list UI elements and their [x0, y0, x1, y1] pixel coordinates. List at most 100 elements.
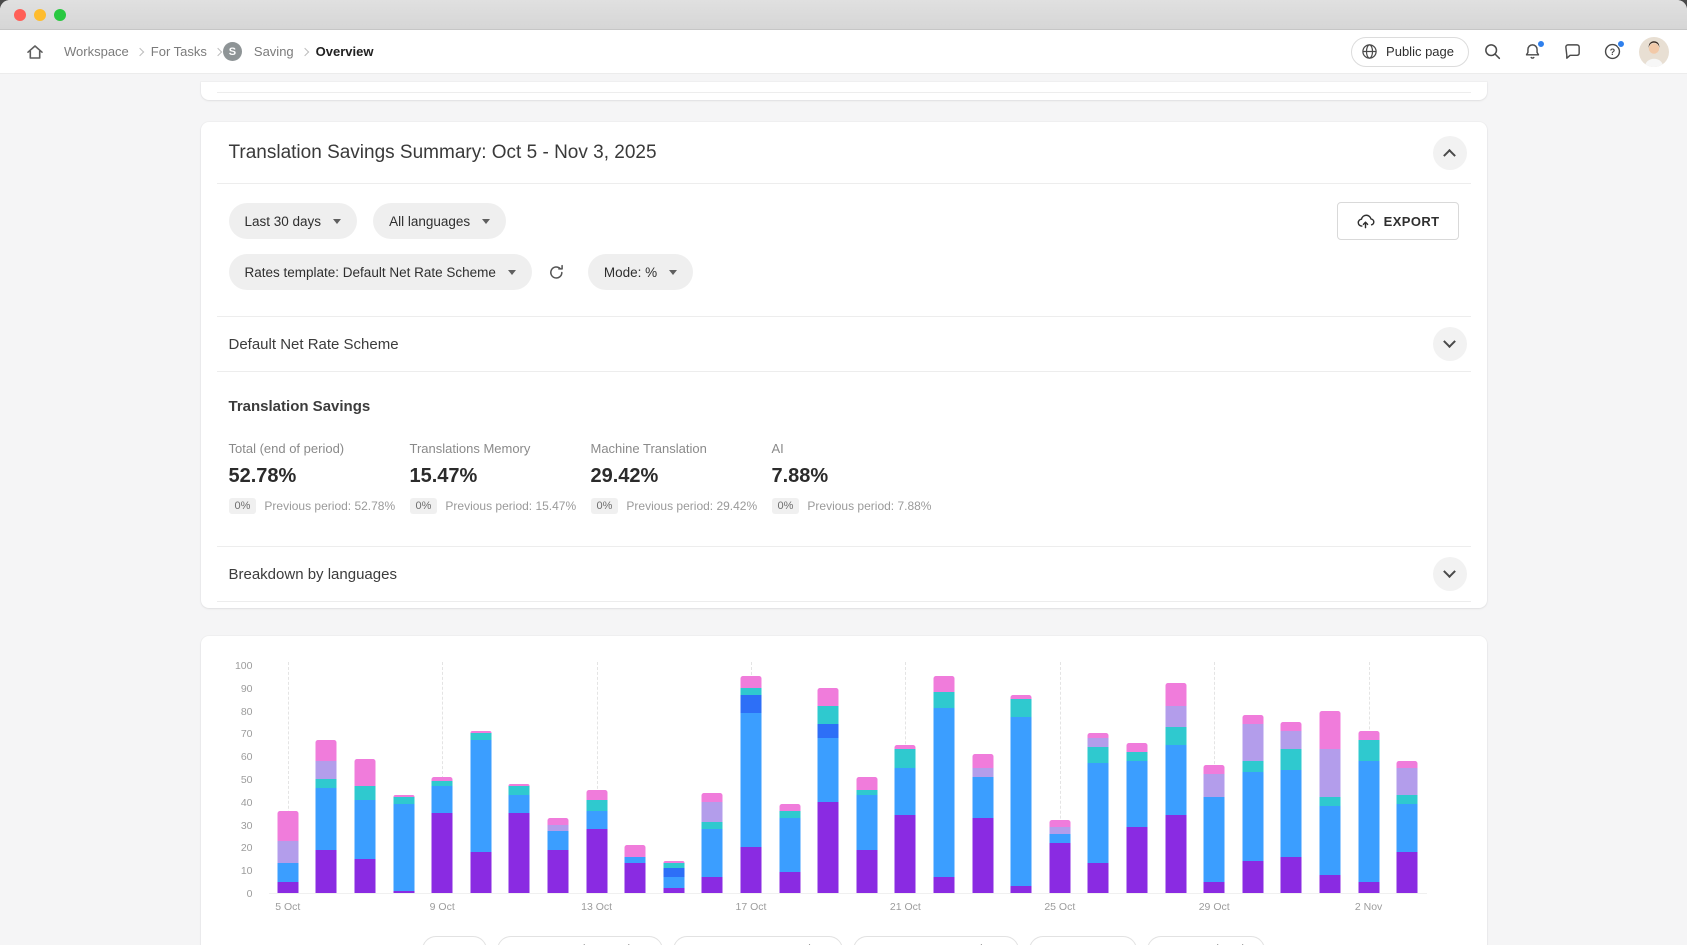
bar-segment — [1165, 706, 1186, 727]
delta-badge: 0% — [591, 498, 619, 514]
bar-segment — [625, 863, 646, 893]
stacked-bar[interactable] — [1088, 733, 1109, 893]
bar-column[interactable] — [809, 666, 848, 893]
stacked-bar[interactable] — [354, 759, 375, 893]
rate-scheme-accordion[interactable]: Default Net Rate Scheme — [217, 316, 1471, 372]
rates-template-filter[interactable]: Rates template: Default Net Rate Scheme — [229, 254, 532, 290]
stacked-bar[interactable] — [509, 784, 530, 893]
breakdown-accordion[interactable]: Breakdown by languages — [217, 546, 1471, 602]
stacked-bar[interactable] — [393, 795, 414, 893]
stacked-bar[interactable] — [663, 861, 684, 893]
stacked-bar[interactable] — [277, 811, 298, 893]
bar-column[interactable] — [616, 666, 655, 893]
legend-item[interactable]: MT: Amazon Translate — [673, 936, 844, 945]
stacked-bar[interactable] — [702, 793, 723, 893]
stacked-bar[interactable] — [470, 731, 491, 893]
collapse-summary-button[interactable] — [1433, 136, 1467, 170]
stacked-bar[interactable] — [1049, 820, 1070, 893]
close-window-button[interactable] — [14, 9, 26, 21]
language-filter[interactable]: All languages — [373, 203, 506, 239]
expand-rate-scheme-button[interactable] — [1433, 327, 1467, 361]
bar-column[interactable] — [693, 666, 732, 893]
bar-column[interactable] — [963, 666, 1002, 893]
stacked-bar[interactable] — [818, 688, 839, 893]
stacked-bar[interactable] — [779, 804, 800, 893]
bar-column[interactable] — [384, 666, 423, 893]
public-page-button[interactable]: Public page — [1351, 37, 1469, 67]
bar-column[interactable] — [655, 666, 694, 893]
bar-segment — [509, 786, 530, 795]
stacked-bar[interactable] — [1242, 715, 1263, 893]
bar-column[interactable]: 29 Oct — [1195, 666, 1234, 893]
bar-column[interactable] — [500, 666, 539, 893]
legend-item[interactable]: MT: Google Translate — [497, 936, 663, 945]
bar-column[interactable] — [1079, 666, 1118, 893]
stacked-bar[interactable] — [1126, 743, 1147, 893]
bar-column[interactable]: 25 Oct — [1041, 666, 1080, 893]
mode-filter[interactable]: Mode: % — [588, 254, 693, 290]
legend-item[interactable]: AI: OpenAI — [1029, 936, 1137, 945]
stacked-bar[interactable] — [316, 740, 337, 893]
stacked-bar[interactable] — [547, 818, 568, 893]
breadcrumb-saving[interactable]: Saving — [248, 40, 300, 63]
avatar[interactable] — [1639, 37, 1669, 67]
minimize-window-button[interactable] — [34, 9, 46, 21]
zoom-window-button[interactable] — [54, 9, 66, 21]
bar-column[interactable] — [848, 666, 887, 893]
stacked-bar[interactable] — [1281, 722, 1302, 893]
bar-column[interactable] — [462, 666, 501, 893]
breadcrumb-overview[interactable]: Overview — [310, 40, 380, 63]
breadcrumb: Workspace For Tasks S Saving Overview — [58, 40, 379, 63]
stat-value: 7.88% — [772, 465, 953, 488]
bar-column[interactable] — [1234, 666, 1273, 893]
breadcrumb-workspace[interactable]: Workspace — [58, 40, 135, 63]
stacked-bar[interactable] — [1165, 683, 1186, 893]
refresh-button[interactable] — [542, 257, 572, 287]
export-button[interactable]: EXPORT — [1337, 202, 1459, 240]
bar-column[interactable] — [539, 666, 578, 893]
bar-column[interactable] — [307, 666, 346, 893]
help-button[interactable]: ? — [1595, 35, 1629, 69]
search-button[interactable] — [1475, 35, 1509, 69]
bar-column[interactable]: 13 Oct — [577, 666, 616, 893]
home-button[interactable] — [18, 35, 52, 69]
legend-item[interactable]: AI: Anthropic — [1147, 936, 1265, 945]
stacked-bar[interactable] — [1319, 711, 1340, 893]
bar-column[interactable] — [1002, 666, 1041, 893]
stacked-bar[interactable] — [432, 777, 453, 893]
stacked-bar[interactable] — [740, 676, 761, 893]
breadcrumb-for-tasks[interactable]: For Tasks — [145, 40, 213, 63]
legend-item[interactable]: TM — [422, 936, 487, 945]
stacked-bar[interactable] — [1397, 761, 1418, 893]
bar-column[interactable]: 5 Oct — [269, 666, 308, 893]
stacked-bar[interactable] — [1204, 765, 1225, 893]
expand-breakdown-button[interactable] — [1433, 557, 1467, 591]
bar-column[interactable] — [1272, 666, 1311, 893]
notifications-button[interactable] — [1515, 35, 1549, 69]
stacked-bar[interactable] — [856, 777, 877, 893]
macos-titlebar — [0, 0, 1687, 30]
stacked-bar[interactable] — [1358, 731, 1379, 893]
stacked-bar[interactable] — [586, 790, 607, 893]
bar-column[interactable] — [770, 666, 809, 893]
bar-column[interactable] — [925, 666, 964, 893]
x-tick-label: 13 Oct — [581, 901, 612, 913]
bar-column[interactable] — [1118, 666, 1157, 893]
stacked-bar[interactable] — [895, 745, 916, 893]
stacked-bar[interactable] — [972, 754, 993, 893]
chat-button[interactable] — [1555, 35, 1589, 69]
date-range-filter[interactable]: Last 30 days — [229, 203, 358, 239]
bar-column[interactable] — [1311, 666, 1350, 893]
bar-column[interactable]: 2 Nov — [1349, 666, 1388, 893]
x-tick-label: 21 Oct — [890, 901, 921, 913]
bar-column[interactable] — [346, 666, 385, 893]
stacked-bar[interactable] — [1011, 695, 1032, 893]
bar-column[interactable] — [1156, 666, 1195, 893]
bar-column[interactable]: 9 Oct — [423, 666, 462, 893]
bar-column[interactable]: 17 Oct — [732, 666, 771, 893]
bar-column[interactable] — [1388, 666, 1427, 893]
bar-column[interactable]: 21 Oct — [886, 666, 925, 893]
stacked-bar[interactable] — [933, 676, 954, 893]
legend-item[interactable]: MT: DeepL Translator — [853, 936, 1019, 945]
stacked-bar[interactable] — [625, 845, 646, 893]
